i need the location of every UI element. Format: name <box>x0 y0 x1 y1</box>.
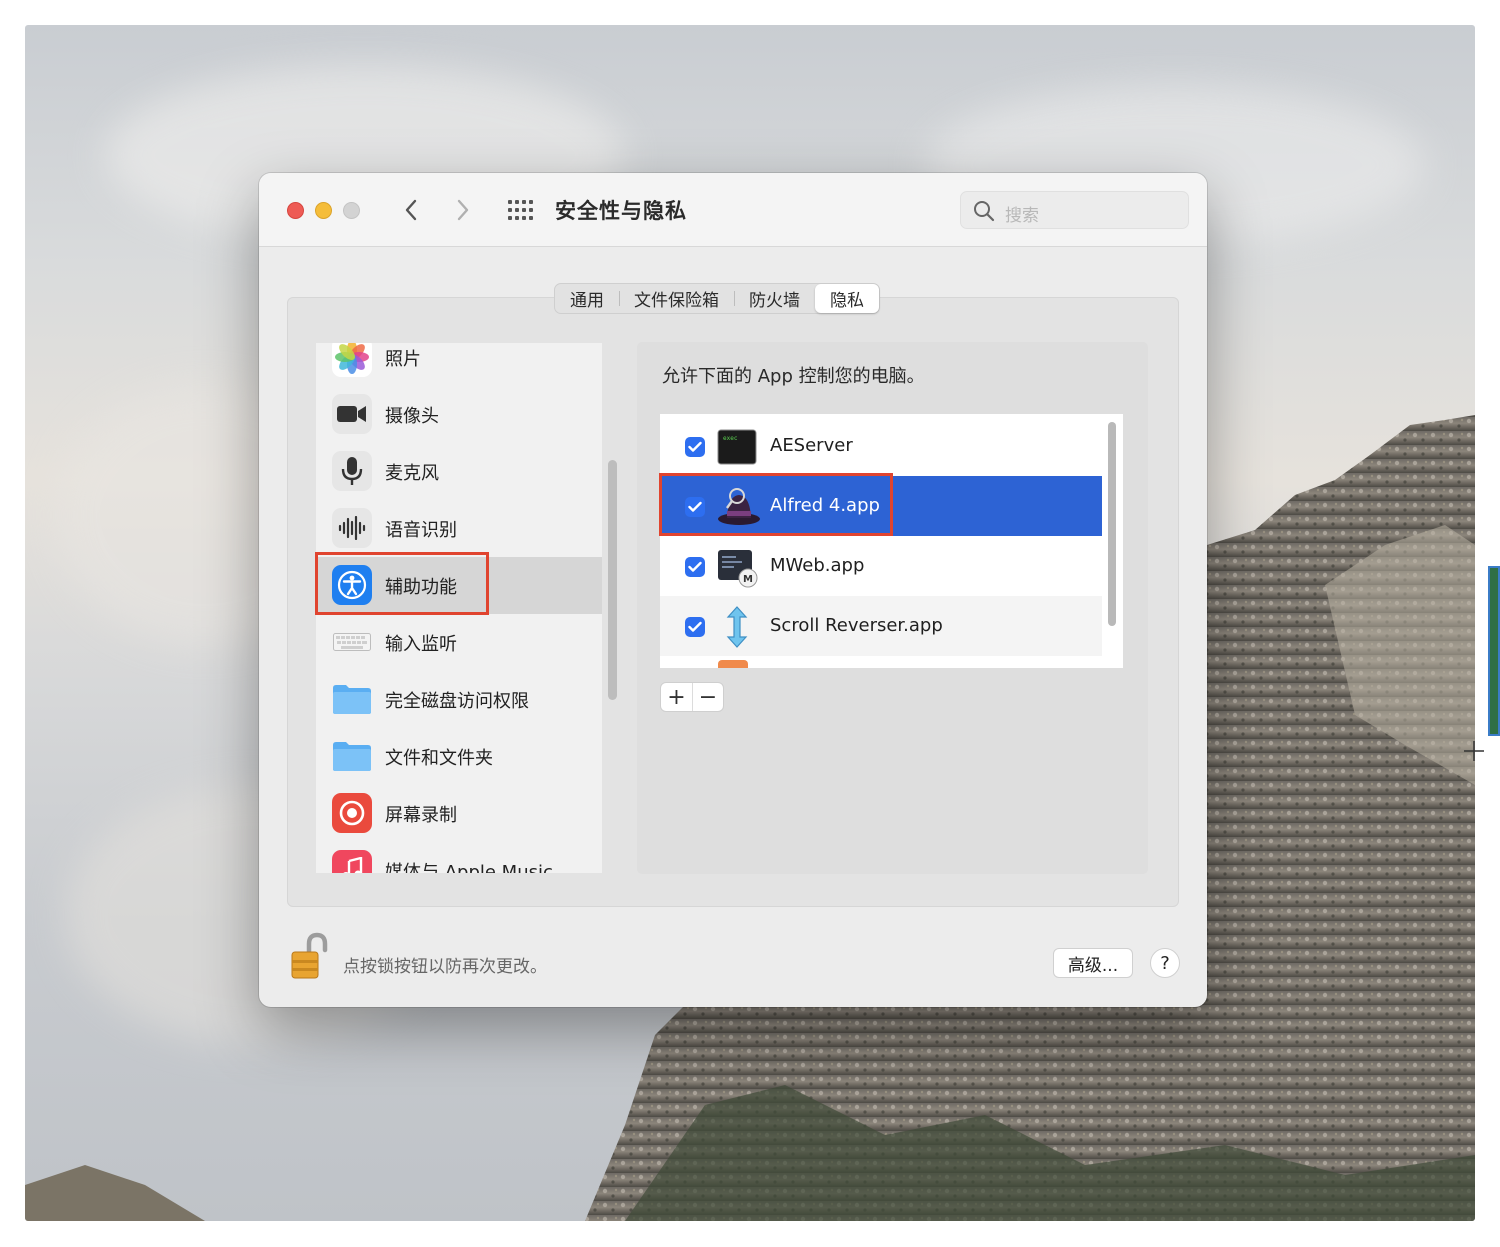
show-all-button[interactable] <box>503 192 539 228</box>
app-permission-pane: 允许下面的 App 控制您的电脑。 exec AEServer Alfred 4… <box>637 342 1148 874</box>
sidebar-item-camera[interactable]: 摄像头 <box>316 386 602 443</box>
app-name: MWeb.app <box>770 555 865 576</box>
checkmark-icon <box>688 441 702 452</box>
security-privacy-window: 安全性与隐私 搜索 通用 文件保险箱 防火墙 隐私 照片 摄像头 麦克风 语音识… <box>259 173 1207 1007</box>
tab-general[interactable]: 通用 <box>555 284 619 313</box>
tab-privacy[interactable]: 隐私 <box>815 284 879 313</box>
app-name: AEServer <box>770 435 853 456</box>
search-field[interactable]: 搜索 <box>960 191 1189 229</box>
sidebar-item-label: 语音识别 <box>385 520 457 541</box>
sidebar-item-full-disk-access[interactable]: 完全磁盘访问权限 <box>316 671 602 728</box>
chevron-left-icon <box>405 199 417 221</box>
photos-icon <box>332 343 372 377</box>
partial-app-icon <box>718 660 748 668</box>
app-list: exec AEServer Alfred 4.app M MWeb.app Sc… <box>660 414 1123 668</box>
highlight-box-alfred <box>659 473 893 536</box>
add-app-button[interactable]: + <box>661 683 692 711</box>
highlight-box-accessibility <box>315 552 489 615</box>
checkmark-icon <box>688 561 702 572</box>
minimize-button[interactable] <box>315 202 332 219</box>
search-placeholder: 搜索 <box>1005 206 1039 226</box>
svg-text:exec: exec <box>723 435 738 442</box>
crosshair-cursor-icon <box>1464 741 1484 761</box>
scroll-reverser-checkbox[interactable] <box>685 617 705 637</box>
folder-icon <box>332 679 372 719</box>
speech-recognition-icon <box>332 508 372 548</box>
lock-hint-text: 点按锁按钮以防再次更改。 <box>343 957 547 977</box>
lock-button[interactable] <box>289 932 331 982</box>
sidebar-item-speech-recognition[interactable]: 语音识别 <box>316 500 602 557</box>
help-button[interactable]: ? <box>1150 948 1180 978</box>
pane-heading: 允许下面的 App 控制您的电脑。 <box>662 366 925 387</box>
checkmark-icon <box>688 621 702 632</box>
sidebar-scrollbar[interactable] <box>608 460 617 700</box>
titlebar: 安全性与隐私 搜索 <box>259 173 1207 247</box>
music-icon <box>332 850 372 873</box>
camera-icon <box>332 394 372 434</box>
microphone-icon <box>332 451 372 491</box>
mweb-checkbox[interactable] <box>685 557 705 577</box>
app-row-partial <box>660 656 1102 668</box>
aeserver-checkbox[interactable] <box>685 437 705 457</box>
remove-app-button[interactable]: − <box>691 683 723 711</box>
app-row-scroll-reverser[interactable]: Scroll Reverser.app <box>660 596 1102 656</box>
offscreen-window-edge <box>1488 566 1500 736</box>
grid-icon <box>508 200 533 220</box>
zoom-button[interactable] <box>343 202 360 219</box>
sidebar-item-microphone[interactable]: 麦克风 <box>316 443 602 500</box>
sidebar-item-label: 完全磁盘访问权限 <box>385 691 529 712</box>
keyboard-icon <box>332 622 372 662</box>
sidebar-item-input-monitoring[interactable]: 输入监听 <box>316 614 602 671</box>
window-title: 安全性与隐私 <box>555 199 687 223</box>
tab-filevault[interactable]: 文件保险箱 <box>619 284 734 313</box>
back-button[interactable] <box>393 192 429 228</box>
sidebar-item-photos[interactable]: 照片 <box>316 343 602 386</box>
app-list-scrollbar[interactable] <box>1108 422 1116 626</box>
sidebar-item-label: 输入监听 <box>385 634 457 655</box>
sidebar-item-label: 麦克风 <box>385 463 439 484</box>
terminal-exec-icon: exec <box>716 426 758 468</box>
folder-icon <box>332 736 372 776</box>
sidebar-item-label: 摄像头 <box>385 406 439 427</box>
advanced-button[interactable]: 高级... <box>1053 948 1133 978</box>
sidebar-item-label: 屏幕录制 <box>385 805 457 826</box>
sidebar-item-screen-recording[interactable]: 屏幕录制 <box>316 785 602 842</box>
sidebar-item-media-apple-music[interactable]: 媒体与 Apple Music <box>316 842 602 873</box>
sidebar-item-label: 照片 <box>385 349 421 370</box>
close-button[interactable] <box>287 202 304 219</box>
chevron-right-icon <box>457 199 469 221</box>
sidebar-item-label: 文件和文件夹 <box>385 748 493 769</box>
app-name: Scroll Reverser.app <box>770 615 943 636</box>
unlocked-padlock-icon <box>291 932 328 979</box>
sidebar-item-files-and-folders[interactable]: 文件和文件夹 <box>316 728 602 785</box>
sidebar-item-label: 媒体与 Apple Music <box>385 862 553 873</box>
mweb-icon: M <box>716 546 758 588</box>
tab-firewall[interactable]: 防火墙 <box>734 284 815 313</box>
add-remove-control: + − <box>660 682 724 712</box>
app-row-mweb[interactable]: M MWeb.app <box>660 536 1102 596</box>
tab-bar: 通用 文件保险箱 防火墙 隐私 <box>554 283 880 314</box>
svg-text:M: M <box>743 574 753 585</box>
app-row-aeserver[interactable]: exec AEServer <box>660 416 1102 476</box>
forward-button[interactable] <box>445 192 481 228</box>
scroll-reverser-icon <box>716 606 758 648</box>
search-icon <box>974 201 995 222</box>
screen-recording-icon <box>332 793 372 833</box>
